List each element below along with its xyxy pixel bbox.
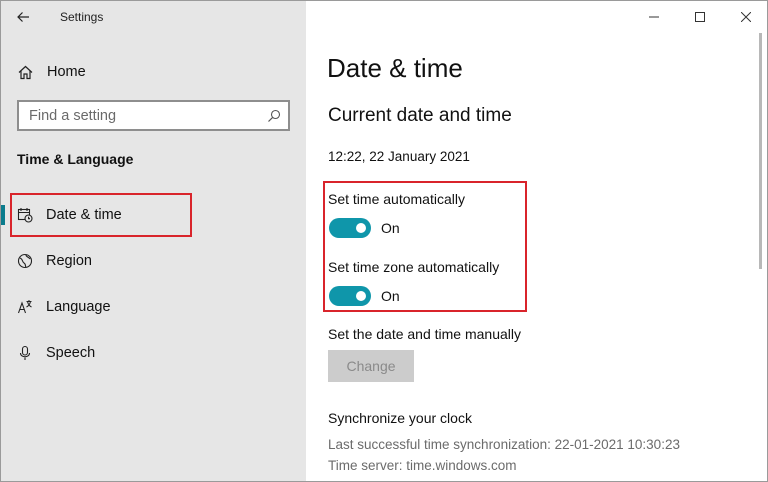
home-icon (18, 65, 33, 80)
maximize-icon (695, 12, 705, 22)
current-datetime: 12:22, 22 January 2021 (328, 149, 470, 164)
toggle-knob (356, 291, 366, 301)
app-title: Settings (60, 10, 104, 24)
nav-home[interactable]: Home (1, 57, 306, 87)
main-content: Date & time Current date and time 12:22,… (306, 1, 767, 481)
nav-home-label: Home (47, 64, 86, 80)
set-time-auto-label: Set time automatically (328, 191, 465, 207)
scrollbar[interactable] (759, 33, 762, 269)
set-timezone-auto-state: On (381, 288, 400, 304)
set-timezone-auto-label: Set time zone automatically (328, 259, 500, 275)
minimize-icon (649, 16, 659, 18)
sync-server-text: Time server: time.windows.com (328, 458, 517, 473)
close-icon (741, 12, 751, 22)
close-button[interactable] (723, 1, 767, 33)
set-timezone-auto-toggle[interactable] (329, 286, 371, 306)
minimize-button[interactable] (631, 1, 677, 33)
set-time-auto-state: On (381, 220, 400, 236)
sidebar-item-speech[interactable]: Speech (1, 334, 306, 372)
window-controls (631, 1, 767, 33)
sidebar-item-language[interactable]: Language (1, 288, 306, 326)
search-input[interactable]: Find a setting (17, 100, 290, 131)
left-nav-pane: Settings Home Find a setting Time & Lang… (1, 1, 306, 481)
sidebar-item-date-time[interactable]: Date & time (1, 193, 306, 237)
sidebar-item-label: Region (46, 253, 92, 269)
sidebar-item-label: Date & time (46, 207, 122, 223)
section-heading-current: Current date and time (328, 105, 512, 126)
manual-time-label: Set the date and time manually (328, 326, 522, 342)
calendar-clock-icon (17, 208, 33, 223)
microphone-icon (19, 345, 31, 360)
search-placeholder: Find a setting (29, 108, 117, 124)
set-time-auto-toggle[interactable] (329, 218, 371, 238)
sidebar-item-label: Language (46, 299, 111, 315)
toggle-knob (356, 223, 366, 233)
maximize-button[interactable] (677, 1, 723, 33)
active-indicator (1, 205, 5, 225)
title-bar: Settings (1, 1, 306, 33)
settings-window: Settings Home Find a setting Time & Lang… (0, 0, 768, 482)
page-title: Date & time (327, 53, 463, 83)
language-icon (17, 300, 32, 314)
sidebar-item-label: Speech (46, 345, 96, 361)
search-icon (268, 109, 281, 122)
back-arrow-icon (17, 12, 29, 22)
back-button[interactable] (9, 5, 37, 29)
sync-heading: Synchronize your clock (328, 410, 472, 426)
sync-last-text: Last successful time synchronization: 22… (328, 437, 680, 452)
sidebar-item-region[interactable]: Region (1, 242, 306, 280)
section-title: Time & Language (17, 151, 134, 167)
change-button[interactable]: Change (328, 350, 414, 382)
globe-icon (17, 253, 33, 269)
